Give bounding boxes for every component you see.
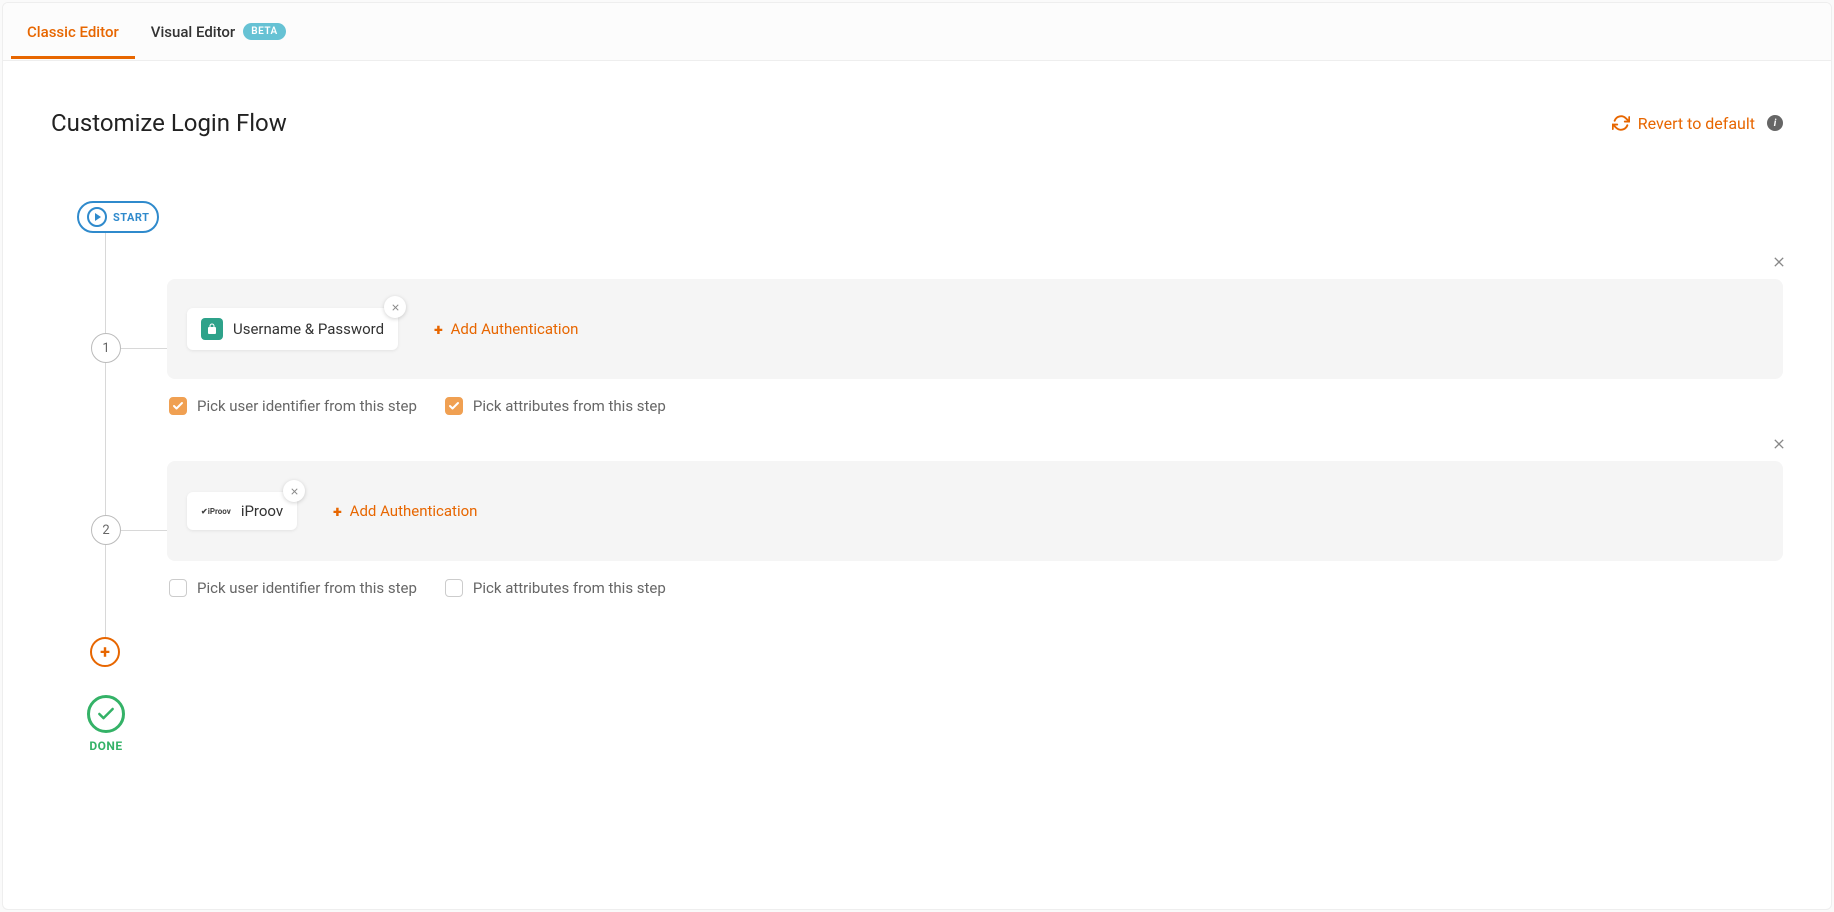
connector-line bbox=[121, 348, 167, 349]
done-label: DONE bbox=[79, 739, 133, 753]
pick-identifier-checkbox[interactable]: Pick user identifier from this step bbox=[169, 579, 417, 597]
info-icon[interactable]: i bbox=[1767, 115, 1783, 131]
refresh-icon bbox=[1612, 114, 1630, 132]
step-number: 1 bbox=[91, 333, 121, 363]
delete-step-button[interactable] bbox=[1771, 433, 1787, 457]
pick-identifier-label: Pick user identifier from this step bbox=[197, 397, 417, 415]
flow-done-node: DONE bbox=[79, 695, 133, 753]
close-icon bbox=[390, 302, 401, 313]
add-auth-label: Add Authentication bbox=[451, 320, 579, 338]
close-icon bbox=[289, 486, 300, 497]
step-body: Username & Password + Add Authentication bbox=[167, 279, 1783, 415]
checkbox-icon bbox=[169, 579, 187, 597]
remove-authenticator-button[interactable] bbox=[384, 296, 406, 318]
beta-badge: BETA bbox=[243, 23, 285, 40]
iproov-icon: ✔iProov bbox=[201, 507, 231, 516]
flow-step: 2 ✔iProov iProov bbox=[91, 461, 1783, 597]
flow-start-node: START bbox=[77, 201, 159, 233]
authenticator-pill: Username & Password bbox=[187, 308, 398, 350]
pick-identifier-checkbox[interactable]: Pick user identifier from this step bbox=[169, 397, 417, 415]
editor-container: Classic Editor Visual Editor BETA Custom… bbox=[2, 2, 1832, 910]
pick-identifier-label: Pick user identifier from this step bbox=[197, 579, 417, 597]
editor-tabs: Classic Editor Visual Editor BETA bbox=[3, 3, 1831, 61]
step-number: 2 bbox=[91, 515, 121, 545]
header-row: Customize Login Flow Revert to default i bbox=[51, 109, 1783, 137]
tab-classic-editor[interactable]: Classic Editor bbox=[11, 5, 135, 59]
plus-icon: + bbox=[434, 320, 443, 339]
page-title: Customize Login Flow bbox=[51, 109, 287, 137]
plus-icon: + bbox=[333, 502, 342, 521]
step-options: Pick user identifier from this step Pick… bbox=[169, 579, 1783, 597]
close-icon bbox=[1771, 254, 1787, 270]
pick-attributes-label: Pick attributes from this step bbox=[473, 579, 666, 597]
tab-visual-editor[interactable]: Visual Editor BETA bbox=[135, 5, 302, 59]
lock-icon bbox=[201, 318, 223, 340]
revert-label: Revert to default bbox=[1638, 114, 1755, 133]
checkbox-icon bbox=[169, 397, 187, 415]
authenticator-name: Username & Password bbox=[233, 320, 384, 338]
connector-line bbox=[121, 530, 167, 531]
pick-attributes-label: Pick attributes from this step bbox=[473, 397, 666, 415]
add-authentication-button[interactable]: + Add Authentication bbox=[333, 502, 477, 521]
add-step-button[interactable]: + bbox=[90, 637, 120, 667]
plus-icon: + bbox=[100, 642, 110, 663]
tab-visual-label: Visual Editor bbox=[151, 23, 235, 41]
login-flow: START 1 bbox=[51, 201, 1783, 753]
remove-authenticator-button[interactable] bbox=[283, 480, 305, 502]
checkbox-icon bbox=[445, 579, 463, 597]
checkbox-icon bbox=[445, 397, 463, 415]
close-icon bbox=[1771, 436, 1787, 452]
start-label: START bbox=[113, 211, 149, 224]
step-card: ✔iProov iProov + Add Authentication bbox=[167, 461, 1783, 561]
pick-attributes-checkbox[interactable]: Pick attributes from this step bbox=[445, 397, 666, 415]
add-authentication-button[interactable]: + Add Authentication bbox=[434, 320, 578, 339]
step-body: ✔iProov iProov + Add Authentication bbox=[167, 461, 1783, 597]
play-icon bbox=[87, 207, 107, 227]
steps-wrapper: 1 bbox=[91, 279, 1783, 753]
check-circle-icon bbox=[87, 695, 125, 733]
authenticator-name: iProov bbox=[241, 502, 283, 520]
step-card: Username & Password + Add Authentication bbox=[167, 279, 1783, 379]
flow-step: 1 bbox=[91, 279, 1783, 415]
tab-classic-label: Classic Editor bbox=[27, 23, 119, 41]
pick-attributes-checkbox[interactable]: Pick attributes from this step bbox=[445, 579, 666, 597]
revert-to-default-button[interactable]: Revert to default i bbox=[1612, 114, 1783, 133]
add-auth-label: Add Authentication bbox=[350, 502, 478, 520]
authenticator-pill: ✔iProov iProov bbox=[187, 492, 297, 530]
step-options: Pick user identifier from this step Pick… bbox=[169, 397, 1783, 415]
delete-step-button[interactable] bbox=[1771, 251, 1787, 275]
content-area: Customize Login Flow Revert to default i… bbox=[3, 61, 1831, 801]
